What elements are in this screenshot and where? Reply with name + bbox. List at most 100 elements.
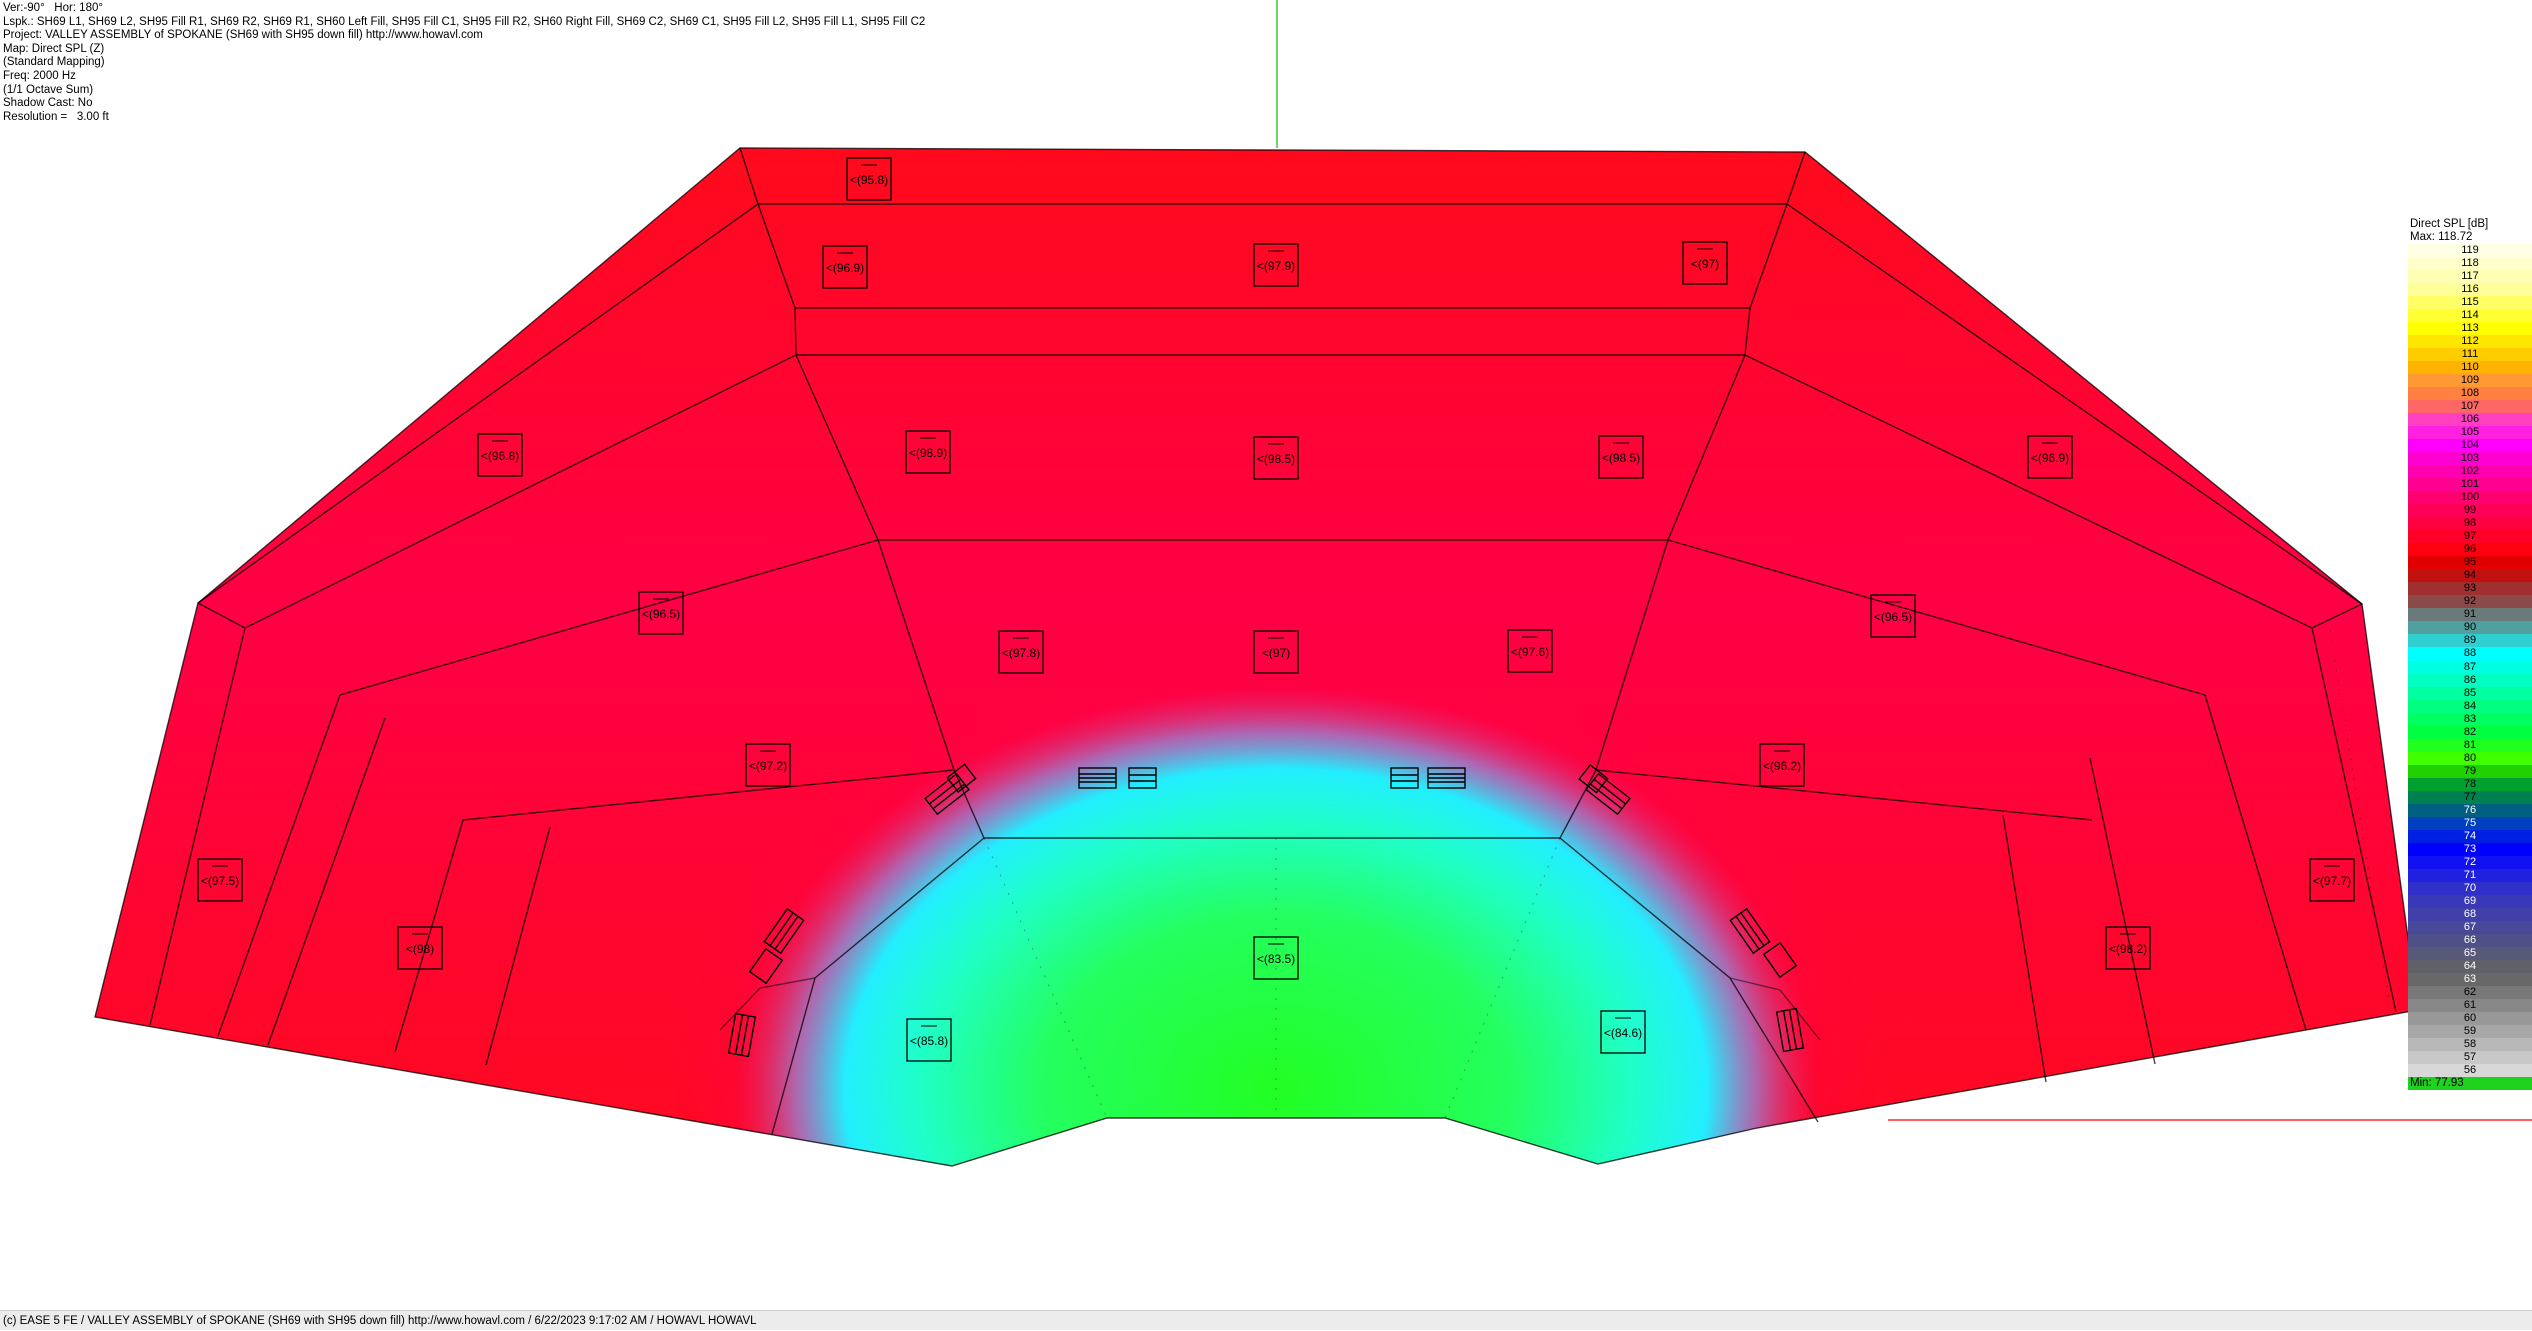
info-line: Resolution = 3.00 ft bbox=[3, 110, 109, 123]
spl-value-label: <(97) bbox=[1262, 646, 1290, 660]
spl-value-label: <(98) bbox=[406, 942, 434, 956]
legend-scale-row: 115 bbox=[2408, 296, 2532, 310]
map-info-panel: Ver:-90° Hor: 180° Lspk.: SH69 L1, SH69 L… bbox=[3, 2, 925, 124]
legend-scale-row: 93 bbox=[2408, 582, 2532, 596]
spl-value-label: <(97.8) bbox=[1002, 646, 1040, 660]
legend-scale-row: 74 bbox=[2408, 829, 2532, 843]
spl-value-label: <(97.2) bbox=[749, 759, 787, 773]
status-bar: (c) EASE 5 FE / VALLEY ASSEMBLY of SPOKA… bbox=[0, 1310, 2532, 1330]
legend-scale-row: 82 bbox=[2408, 725, 2532, 739]
legend-scale-row: 110 bbox=[2408, 361, 2532, 375]
spl-value-label: <(97.9) bbox=[1257, 259, 1295, 273]
legend-scale-row: 76 bbox=[2408, 803, 2532, 817]
spl-value-label: <(96.5) bbox=[1874, 610, 1912, 624]
legend-scale-row: 107 bbox=[2408, 400, 2532, 414]
legend-scale-row: 100 bbox=[2408, 491, 2532, 505]
info-line: Project: VALLEY ASSEMBLY of SPOKANE (SH6… bbox=[3, 29, 483, 42]
legend-scale-row: 94 bbox=[2408, 569, 2532, 583]
legend-scale-row: 73 bbox=[2408, 842, 2532, 856]
legend-scale-row: 91 bbox=[2408, 608, 2532, 622]
spl-value-label: <(98.9) bbox=[909, 446, 947, 460]
legend-scale-row: 84 bbox=[2408, 699, 2532, 713]
legend-scale-row: 99 bbox=[2408, 504, 2532, 518]
info-line: (Standard Mapping) bbox=[3, 56, 105, 69]
legend-scale-row: 75 bbox=[2408, 816, 2532, 830]
legend-scale-row: 70 bbox=[2408, 881, 2532, 895]
info-line: Ver:-90° Hor: 180° bbox=[3, 2, 103, 14]
spl-value-label: <(97.7) bbox=[2313, 874, 2351, 888]
legend-scale-row: 108 bbox=[2408, 387, 2532, 401]
spl-value-label: <(96.2) bbox=[1763, 759, 1801, 773]
spl-legend: Direct SPL [dB] Max: 118.72 119 118 117 116… bbox=[2408, 218, 2532, 1090]
legend-scale-row: 67 bbox=[2408, 920, 2532, 934]
legend-scale-row: 104 bbox=[2408, 439, 2532, 453]
legend-scale-row: 92 bbox=[2408, 595, 2532, 609]
spl-value-label: <(96.8) bbox=[481, 449, 519, 463]
legend-scale-row: 59 bbox=[2408, 1024, 2532, 1038]
legend-scale-row: 58 bbox=[2408, 1037, 2532, 1051]
legend-scale-row: 90 bbox=[2408, 621, 2532, 635]
info-line: (1/1 Octave Sum) bbox=[3, 83, 94, 96]
legend-scale-row: 63 bbox=[2408, 972, 2532, 986]
spl-value-label: <(97.6) bbox=[1511, 645, 1549, 659]
legend-scale-row: 69 bbox=[2408, 894, 2532, 908]
spl-value-label: <(98.5) bbox=[1602, 451, 1640, 465]
spl-value-label: <(96.9) bbox=[2031, 451, 2069, 465]
spl-value-label: <(84.6) bbox=[1604, 1026, 1642, 1040]
legend-scale-row: 78 bbox=[2408, 777, 2532, 791]
spl-value-label: <(97.5) bbox=[201, 874, 239, 888]
legend-scale-row: 79 bbox=[2408, 764, 2532, 778]
legend-scale-row: 88 bbox=[2408, 647, 2532, 661]
legend-scale-row: 105 bbox=[2408, 426, 2532, 440]
legend-scale-row: 101 bbox=[2408, 478, 2532, 492]
legend-scale-row: 96 bbox=[2408, 543, 2532, 557]
spl-value-label: <(98.5) bbox=[1257, 452, 1295, 466]
spl-value-label: <(83.5) bbox=[1257, 952, 1295, 966]
legend-max: Max: 118.72 bbox=[2408, 231, 2532, 244]
legend-scale-row: 119 bbox=[2408, 244, 2532, 258]
legend-scale-row: 62 bbox=[2408, 985, 2532, 999]
legend-title: Direct SPL [dB] bbox=[2408, 218, 2532, 231]
legend-scale-row: 116 bbox=[2408, 283, 2532, 297]
legend-scale-row: 98 bbox=[2408, 517, 2532, 531]
info-line: Lspk.: SH69 L1, SH69 L2, SH95 Fill R1, S… bbox=[3, 15, 926, 28]
legend-scale-row: 118 bbox=[2408, 257, 2532, 271]
legend-scale-row: 102 bbox=[2408, 465, 2532, 479]
info-line: Map: Direct SPL (Z) bbox=[3, 42, 105, 55]
spl-value-label: <(98.2) bbox=[2109, 942, 2147, 956]
legend-scale-row: 68 bbox=[2408, 907, 2532, 921]
spl-value-label: <(85.8) bbox=[910, 1034, 948, 1048]
legend-scale-row: 60 bbox=[2408, 1011, 2532, 1025]
legend-scale-row: 83 bbox=[2408, 712, 2532, 726]
spl-value-label: <(96.5) bbox=[642, 607, 680, 621]
legend-scale-row: 56 bbox=[2408, 1063, 2532, 1077]
legend-scale-row: 72 bbox=[2408, 855, 2532, 869]
spl-value-label: <(97) bbox=[1691, 257, 1719, 271]
legend-scale-row: 112 bbox=[2408, 335, 2532, 349]
legend-scale-row: 89 bbox=[2408, 634, 2532, 648]
legend-scale-row: 117 bbox=[2408, 270, 2532, 284]
low-spl-region bbox=[500, 650, 2100, 1166]
legend-scale: 119 118 117 116 115 114 113 112 111 110 109 108 107 1… bbox=[2408, 244, 2532, 1077]
legend-scale-row: 71 bbox=[2408, 868, 2532, 882]
spl-value-label: <(95.8) bbox=[850, 173, 888, 187]
legend-scale-row: 106 bbox=[2408, 413, 2532, 427]
legend-scale-row: 113 bbox=[2408, 322, 2532, 336]
legend-min: Min: 77.93 bbox=[2408, 1077, 2532, 1090]
legend-scale-row: 103 bbox=[2408, 452, 2532, 466]
legend-scale-row: 65 bbox=[2408, 946, 2532, 960]
info-line: Shadow Cast: No bbox=[3, 97, 93, 110]
legend-scale-row: 114 bbox=[2408, 309, 2532, 323]
legend-scale-row: 97 bbox=[2408, 530, 2532, 544]
legend-scale-row: 57 bbox=[2408, 1050, 2532, 1064]
info-line: Freq: 2000 Hz bbox=[3, 69, 76, 82]
legend-scale-row: 86 bbox=[2408, 673, 2532, 687]
legend-scale-row: 77 bbox=[2408, 790, 2532, 804]
legend-scale-row: 64 bbox=[2408, 959, 2532, 973]
legend-scale-row: 80 bbox=[2408, 751, 2532, 765]
legend-scale-row: 61 bbox=[2408, 998, 2532, 1012]
spl-value-label: <(96.9) bbox=[826, 261, 864, 275]
legend-scale-row: 111 bbox=[2408, 348, 2532, 362]
legend-scale-row: 66 bbox=[2408, 933, 2532, 947]
spl-coverage-map: <(95.8) <(96.9) <(97.9) <(97) <(96.8) <(98.9)… bbox=[94, 0, 2532, 1167]
